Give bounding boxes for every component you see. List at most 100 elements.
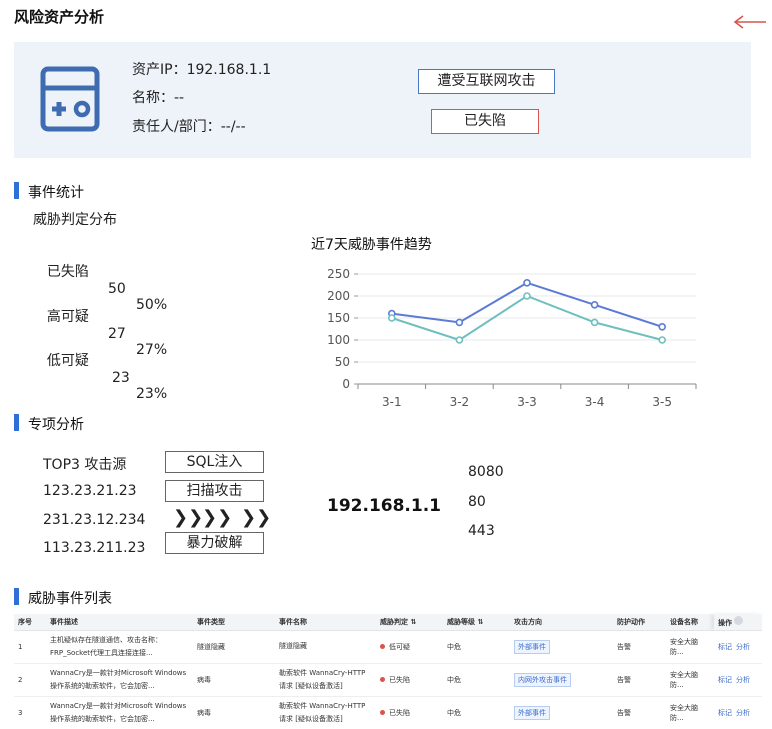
data-point bbox=[590, 300, 599, 309]
distribution-count: 27 bbox=[108, 326, 126, 342]
chart-title: 近7天威胁事件趋势 bbox=[311, 237, 432, 253]
source-ip: 123.23.21.23 bbox=[43, 483, 137, 499]
column-header: 序号 bbox=[14, 614, 46, 631]
distribution-count: 23 bbox=[112, 370, 130, 386]
mark-link[interactable]: 标记 bbox=[718, 709, 732, 717]
cell-type: 隧道隐藏 bbox=[193, 630, 275, 664]
cell-device: 安全大脑防... bbox=[666, 696, 714, 729]
port: 443 bbox=[468, 523, 495, 539]
special-analysis-title: 专项分析 bbox=[28, 417, 84, 433]
asset-ip: 资产IP：192.168.1.1 bbox=[132, 62, 272, 78]
cell-direction: 外部事件 bbox=[510, 696, 613, 729]
column-header: 攻击方向 bbox=[510, 614, 613, 631]
page-title: 风险资产分析 bbox=[14, 8, 105, 26]
attack-source-tag: 遭受互联网攻击 bbox=[418, 69, 555, 94]
column-header: 事件类型 bbox=[193, 614, 275, 631]
sort-icon[interactable]: ⇅ bbox=[477, 618, 483, 626]
event-stats-title: 事件统计 bbox=[28, 185, 84, 201]
distribution-percent: 23% bbox=[136, 386, 168, 402]
cell-action: 告警 bbox=[613, 696, 666, 729]
status-dot-icon bbox=[380, 644, 385, 649]
column-header: 事件描述 bbox=[46, 614, 193, 631]
y-tick-label: 100 bbox=[327, 333, 350, 347]
column-header: 操作 bbox=[714, 614, 762, 631]
cell-description[interactable]: WannaCry是一款针对Microsoft Windows操作系统的勒索软件，… bbox=[46, 696, 193, 729]
column-header: 防护动作 bbox=[613, 614, 666, 631]
data-point bbox=[590, 318, 599, 327]
column-header[interactable]: 威胁等级 ⇅ bbox=[443, 614, 510, 631]
trend-line-chart: 0 50 100 150 200 250 3-1 3-2 3-3 3-4 3-5 bbox=[327, 267, 697, 409]
source-ip: 113.23.211.23 bbox=[43, 540, 146, 556]
mark-link[interactable]: 标记 bbox=[718, 643, 732, 651]
back-arrow-icon[interactable] bbox=[732, 14, 768, 30]
settings-icon[interactable] bbox=[734, 615, 744, 625]
table-row[interactable]: 1 主机疑似存在隧道通信、攻击名称：FRP_Socket代理工具连接连接... … bbox=[14, 630, 762, 664]
cell-operations: 标记 分析 bbox=[714, 663, 762, 697]
x-tick-label: 3-5 bbox=[652, 395, 672, 409]
asset-name: 名称：-- bbox=[132, 90, 185, 106]
cell-device: 安全大脑防... bbox=[666, 630, 714, 664]
data-point bbox=[523, 292, 531, 300]
cell-name: 勒索软件 WannaCry-HTTP 请求 [疑似设备激活] bbox=[275, 696, 376, 729]
data-point bbox=[455, 336, 464, 344]
y-tick-label: 50 bbox=[335, 355, 350, 369]
table-row[interactable]: 2 WannaCry是一款针对Microsoft Windows操作系统的勒索软… bbox=[14, 663, 762, 697]
attack-type-tag: SQL注入 bbox=[165, 451, 264, 473]
asset-owner: 责任人/部门：--/-- bbox=[132, 119, 246, 135]
distribution-percent: 27% bbox=[136, 342, 168, 358]
cell-name: 勒索软件 WannaCry-HTTP 请求 [疑似设备激活] bbox=[275, 663, 376, 697]
series-line-1 bbox=[391, 281, 663, 328]
flow-chevron-icon: ❯❯ bbox=[241, 507, 272, 528]
top3-sources-header: TOP3 攻击源 bbox=[43, 457, 127, 473]
x-tick-label: 3-4 bbox=[585, 395, 605, 409]
analyze-link[interactable]: 分析 bbox=[736, 709, 750, 717]
distribution-label: 低可疑 bbox=[46, 353, 89, 369]
column-header[interactable]: 威胁判定 ⇅ bbox=[376, 614, 443, 631]
section-marker bbox=[14, 182, 19, 199]
target-ip: 192.168.1.1 bbox=[327, 496, 442, 516]
data-point bbox=[388, 314, 396, 322]
port: 80 bbox=[468, 494, 486, 510]
cell-direction: 外部事件 bbox=[510, 630, 613, 664]
cell-action: 告警 bbox=[613, 630, 666, 664]
cell-type: 病毒 bbox=[193, 696, 275, 729]
cell-no: 2 bbox=[14, 663, 46, 697]
threat-event-table: 序号 事件描述 事件类型 事件名称 威胁判定 ⇅ 威胁等级 ⇅ 攻击方向 防护动… bbox=[14, 614, 762, 729]
source-ip: 231.23.12.234 bbox=[43, 512, 146, 528]
cell-verdict: 已失陷 bbox=[376, 663, 443, 697]
compromised-status-tag: 已失陷 bbox=[431, 109, 539, 134]
table-row[interactable]: 3 WannaCry是一款针对Microsoft Windows操作系统的勒索软… bbox=[14, 696, 762, 729]
cell-name: 隧道隐藏 bbox=[275, 630, 376, 664]
cell-level: 中危 bbox=[443, 696, 510, 729]
y-tick-label: 200 bbox=[327, 289, 350, 303]
flow-chevron-icon: ❯❯ bbox=[173, 507, 204, 528]
analyze-link[interactable]: 分析 bbox=[736, 643, 750, 651]
cell-level: 中危 bbox=[443, 663, 510, 697]
cell-verdict: 已失陷 bbox=[376, 696, 443, 729]
distribution-count: 50 bbox=[108, 281, 126, 297]
mark-link[interactable]: 标记 bbox=[718, 676, 732, 684]
cell-direction: 内网外攻击事件 bbox=[510, 663, 613, 697]
cell-operations: 标记 分析 bbox=[714, 696, 762, 729]
section-marker bbox=[14, 588, 19, 605]
distribution-label: 已失陷 bbox=[46, 264, 89, 280]
column-header: 设备名称 bbox=[666, 614, 714, 631]
distribution-percent: 50% bbox=[136, 297, 168, 313]
data-point bbox=[658, 336, 667, 344]
threat-distribution-title: 威胁判定分布 bbox=[33, 212, 117, 228]
cell-description[interactable]: 主机疑似存在隧道通信、攻击名称：FRP_Socket代理工具连接连接... bbox=[46, 630, 193, 664]
table-header-row: 序号 事件描述 事件类型 事件名称 威胁判定 ⇅ 威胁等级 ⇅ 攻击方向 防护动… bbox=[14, 614, 762, 631]
data-point bbox=[658, 323, 667, 331]
x-tick-label: 3-2 bbox=[450, 395, 470, 409]
data-point bbox=[523, 278, 531, 287]
distribution-row: 低可疑 23 23% bbox=[38, 334, 167, 402]
event-list-title: 威胁事件列表 bbox=[28, 591, 112, 607]
cell-description[interactable]: WannaCry是一款针对Microsoft Windows操作系统的勒索软件，… bbox=[46, 663, 193, 697]
attack-type-tag: 暴力破解 bbox=[165, 532, 264, 554]
sort-icon[interactable]: ⇅ bbox=[410, 618, 416, 626]
x-tick-label: 3-3 bbox=[517, 395, 537, 409]
analyze-link[interactable]: 分析 bbox=[736, 676, 750, 684]
direction-tag: 内网外攻击事件 bbox=[514, 672, 571, 687]
cell-no: 1 bbox=[14, 630, 46, 664]
cell-verdict: 低可疑 bbox=[376, 630, 443, 664]
